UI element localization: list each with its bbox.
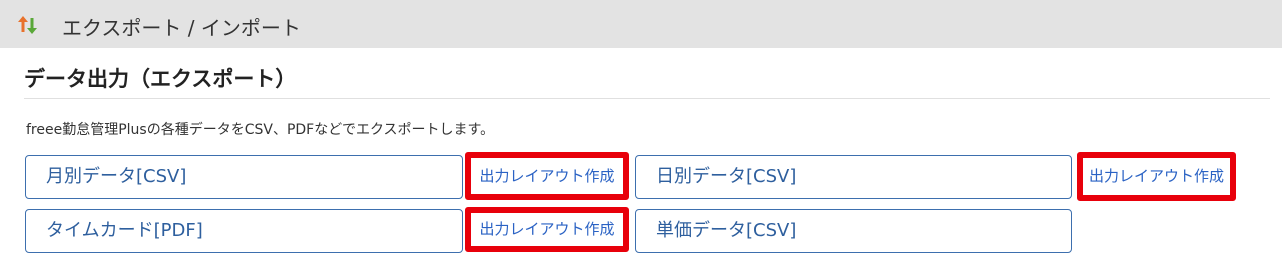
monthly-data-csv-button[interactable]: 月別データ[CSV] bbox=[25, 155, 463, 199]
unit-price-data-csv-button[interactable]: 単価データ[CSV] bbox=[635, 209, 1072, 253]
monthly-data-layout-link[interactable]: 出力レイアウト作成 bbox=[465, 152, 629, 200]
section-description: freee勤怠管理Plusの各種データをCSV、PDFなどでエクスポートします。 bbox=[26, 122, 495, 138]
timecard-layout-link[interactable]: 出力レイアウト作成 bbox=[465, 207, 629, 252]
section-title: データ出力（エクスポート） bbox=[24, 67, 297, 91]
page-header: エクスポート / インポート bbox=[0, 0, 1282, 48]
section-divider bbox=[24, 98, 1270, 99]
daily-data-csv-button[interactable]: 日別データ[CSV] bbox=[635, 155, 1072, 199]
daily-data-layout-link[interactable]: 出力レイアウト作成 bbox=[1077, 152, 1236, 201]
page-title: エクスポート / インポート bbox=[62, 16, 301, 40]
up-down-arrows-icon bbox=[18, 16, 37, 34]
timecard-pdf-button[interactable]: タイムカード[PDF] bbox=[25, 209, 463, 253]
